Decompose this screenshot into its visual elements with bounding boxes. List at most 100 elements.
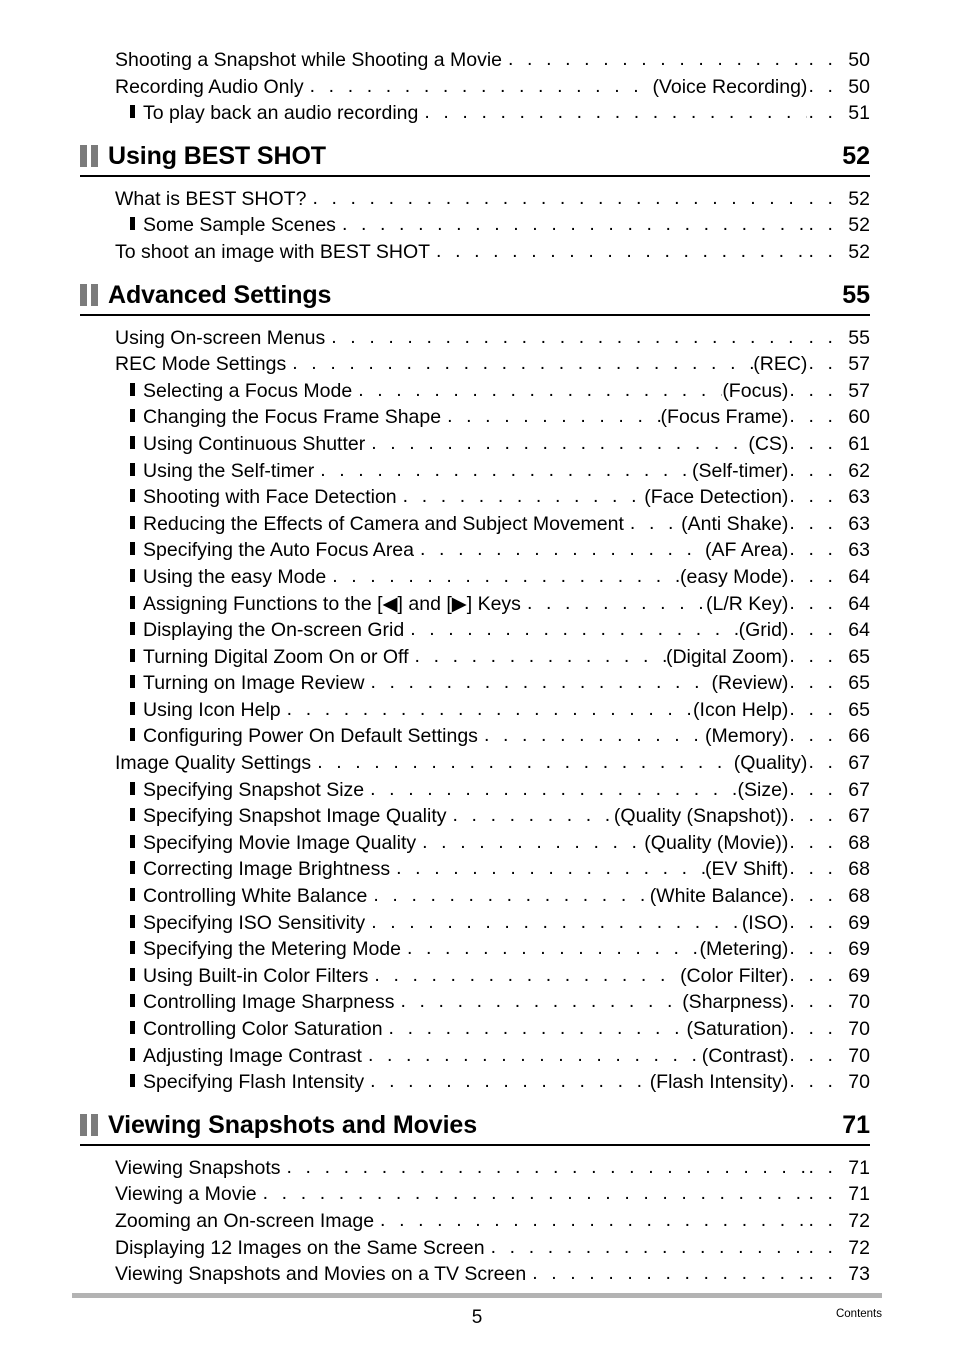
bullet-icon bbox=[130, 217, 135, 231]
toc-entry-page-number: 50 bbox=[848, 75, 870, 98]
toc-section-heading[interactable]: Advanced Settings 55 bbox=[80, 280, 870, 313]
toc-entry-label: Using Continuous Shutter bbox=[143, 432, 366, 455]
toc-subentry[interactable]: Specifying the Metering Mode. . . . . . … bbox=[80, 936, 870, 963]
toc-subentry[interactable]: Controlling White Balance. . . . . . . .… bbox=[80, 883, 870, 910]
bullet-icon bbox=[130, 1047, 135, 1061]
toc-section-page-number: 71 bbox=[842, 1110, 870, 1139]
dot-leader: . . . . . . . . . . . . . . . . . . . . … bbox=[380, 1208, 808, 1231]
toc-entry[interactable]: Viewing Snapshots and Movies on a TV Scr… bbox=[80, 1261, 870, 1288]
bullet-icon bbox=[130, 675, 135, 689]
toc-entry-label: Changing the Focus Frame Shape bbox=[143, 406, 442, 429]
toc-entry-page-number: 70 bbox=[848, 1044, 870, 1067]
dot-leader: . . . . . . . . . . . . . . . . . . . . … bbox=[317, 751, 734, 774]
toc-entry-page-number: 68 bbox=[848, 831, 870, 854]
toc-subentry[interactable]: Controlling Image Sharpness. . . . . . .… bbox=[80, 989, 870, 1016]
toc-entry-label: Controlling White Balance bbox=[143, 885, 368, 908]
toc-entry-qualifier: (Anti Shake) bbox=[681, 512, 789, 535]
toc-subentry[interactable]: Specifying Movie Image Quality. . . . . … bbox=[80, 830, 870, 857]
toc-subentry[interactable]: To play back an audio recording. . . . .… bbox=[80, 100, 870, 127]
toc-subentry[interactable]: Using the Self-timer. . . . . . . . . . … bbox=[80, 458, 870, 485]
toc-entry-label: Using the easy Mode bbox=[143, 565, 327, 588]
toc-subentry[interactable]: Specifying Snapshot Size. . . . . . . . … bbox=[80, 777, 870, 804]
toc-entry[interactable]: Displaying 12 Images on the Same Screen.… bbox=[80, 1235, 870, 1262]
toc-entry-page-number: 57 bbox=[848, 353, 870, 376]
toc-subentry[interactable]: Configuring Power On Default Settings. .… bbox=[80, 723, 870, 750]
toc-subentry[interactable]: Changing the Focus Frame Shape. . . . . … bbox=[80, 404, 870, 431]
toc-entry-page-number: 73 bbox=[848, 1263, 870, 1286]
bullet-icon bbox=[130, 105, 135, 119]
toc-entry-page-number: 67 bbox=[848, 752, 870, 775]
dot-leader: . . . . . . . . . . . . . . . . . . . . … bbox=[370, 1070, 650, 1093]
toc-entry[interactable]: What is BEST SHOT?. . . . . . . . . . . … bbox=[80, 186, 870, 213]
double-bar-icon bbox=[80, 283, 100, 306]
bullet-icon bbox=[130, 941, 135, 955]
dot-leader-tail: . . . bbox=[789, 1017, 837, 1039]
toc-entry-list: What is BEST SHOT?. . . . . . . . . . . … bbox=[80, 186, 870, 266]
toc-entry-page-number: 72 bbox=[848, 1209, 870, 1232]
toc-entry[interactable]: Viewing a Movie. . . . . . . . . . . . .… bbox=[80, 1181, 870, 1208]
toc-entry[interactable]: REC Mode Settings. . . . . . . . . . . .… bbox=[80, 351, 870, 378]
toc-subentry[interactable]: Assigning Functions to the [◀] and [▶] K… bbox=[80, 591, 870, 618]
toc-entry-qualifier: (Self-timer) bbox=[691, 459, 789, 482]
toc-entry-label: Specifying Snapshot Size bbox=[143, 778, 365, 801]
toc-entry[interactable]: To shoot an image with BEST SHOT. . . . … bbox=[80, 239, 870, 266]
toc-entry-qualifier: (Sharpness) bbox=[682, 991, 789, 1014]
dot-leader: . . . . . . . . . . . . . . . . . . . . … bbox=[400, 990, 682, 1013]
dot-leader-tail: . . . bbox=[789, 1070, 837, 1093]
dot-leader-tail: . . bbox=[808, 213, 837, 236]
toc-entry-page-number: 62 bbox=[848, 459, 870, 482]
toc-subentry[interactable]: Using Built-in Color Filters. . . . . . … bbox=[80, 963, 870, 990]
dot-leader-tail: . . bbox=[808, 1182, 837, 1205]
toc-subentry[interactable]: Using Continuous Shutter. . . . . . . . … bbox=[80, 431, 870, 458]
toc-subentry[interactable]: Displaying the On-screen Grid. . . . . .… bbox=[80, 617, 870, 644]
toc-entry[interactable]: Using On-screen Menus. . . . . . . . . .… bbox=[80, 325, 870, 352]
bullet-icon bbox=[130, 542, 135, 556]
toc-entry-page-number: 67 bbox=[848, 778, 870, 801]
dot-leader: . . . . . . . . . . . . . . . . . . . . … bbox=[420, 538, 705, 561]
dot-leader: . . . . . . . . . . . . . . . . . . . . … bbox=[388, 1017, 687, 1039]
toc-entry-qualifier: (Review) bbox=[711, 672, 789, 695]
dot-leader: . . . . . . . . . . . . . . . . . . . . … bbox=[373, 884, 650, 907]
toc-subentry[interactable]: Specifying Flash Intensity. . . . . . . … bbox=[80, 1069, 870, 1096]
toc-subentry[interactable]: Some Sample Scenes. . . . . . . . . . . … bbox=[80, 212, 870, 239]
toc-subentry[interactable]: Adjusting Image Contrast. . . . . . . . … bbox=[80, 1043, 870, 1070]
toc-subentry[interactable]: Controlling Color Saturation. . . . . . … bbox=[80, 1016, 870, 1043]
toc-entry-page-number: 55 bbox=[848, 326, 870, 349]
toc-entry-page-number: 57 bbox=[848, 379, 870, 402]
toc-entry-qualifier: (EV Shift) bbox=[704, 858, 789, 881]
toc-subentry[interactable]: Using Icon Help. . . . . . . . . . . . .… bbox=[80, 697, 870, 724]
toc-section-heading[interactable]: Viewing Snapshots and Movies 71 bbox=[80, 1110, 870, 1143]
toc-entry[interactable]: Shooting a Snapshot while Shooting a Mov… bbox=[80, 47, 870, 74]
toc-subentry[interactable]: Reducing the Effects of Camera and Subje… bbox=[80, 511, 870, 538]
bullet-icon bbox=[130, 967, 135, 981]
toc-section-title: Using BEST SHOT bbox=[108, 141, 326, 170]
toc-entry-label: Using Icon Help bbox=[143, 698, 281, 721]
toc-entry-qualifier: (Grid) bbox=[738, 619, 789, 642]
dot-leader-tail: . . bbox=[808, 1155, 837, 1178]
toc-entry-page-number: 52 bbox=[848, 240, 870, 263]
toc-entry[interactable]: Image Quality Settings. . . . . . . . . … bbox=[80, 750, 870, 777]
toc-entry[interactable]: Zooming an On-screen Image. . . . . . . … bbox=[80, 1208, 870, 1235]
toc-entry-label: Turning on Image Review bbox=[143, 672, 365, 695]
toc-subentry[interactable]: Shooting with Face Detection. . . . . . … bbox=[80, 484, 870, 511]
toc-entry-label: Controlling Image Sharpness bbox=[143, 991, 395, 1014]
toc-entry[interactable]: Viewing Snapshots. . . . . . . . . . . .… bbox=[80, 1155, 870, 1182]
toc-subentry[interactable]: Using the easy Mode. . . . . . . . . . .… bbox=[80, 564, 870, 591]
double-bar-icon bbox=[80, 1113, 100, 1136]
dot-leader-tail: . . bbox=[808, 186, 837, 209]
toc-section-heading[interactable]: Using BEST SHOT 52 bbox=[80, 141, 870, 174]
toc-subentry[interactable]: Turning Digital Zoom On or Off. . . . . … bbox=[80, 644, 870, 671]
toc-subentry[interactable]: Specifying ISO Sensitivity. . . . . . . … bbox=[80, 910, 870, 937]
toc-entry[interactable]: Recording Audio Only. . . . . . . . . . … bbox=[80, 74, 870, 101]
toc-entry-qualifier: (Focus Frame) bbox=[660, 406, 789, 429]
toc-subentry[interactable]: Correcting Image Brightness. . . . . . .… bbox=[80, 856, 870, 883]
dot-leader-tail: . . . bbox=[789, 830, 837, 853]
toc-entry-page-number: 67 bbox=[848, 805, 870, 828]
toc-subentry[interactable]: Turning on Image Review. . . . . . . . .… bbox=[80, 670, 870, 697]
toc-entry-qualifier: (ISO) bbox=[741, 911, 789, 934]
toc-subentry[interactable]: Specifying the Auto Focus Area. . . . . … bbox=[80, 537, 870, 564]
dot-leader: . . . . . . . . . . . . . . . . . . . . … bbox=[424, 101, 807, 124]
toc-subentry[interactable]: Selecting a Focus Mode. . . . . . . . . … bbox=[80, 378, 870, 405]
toc-subentry[interactable]: Specifying Snapshot Image Quality. . . .… bbox=[80, 803, 870, 830]
dot-leader: . . . . . . . . . . . . . . . . . . . . … bbox=[406, 937, 700, 960]
